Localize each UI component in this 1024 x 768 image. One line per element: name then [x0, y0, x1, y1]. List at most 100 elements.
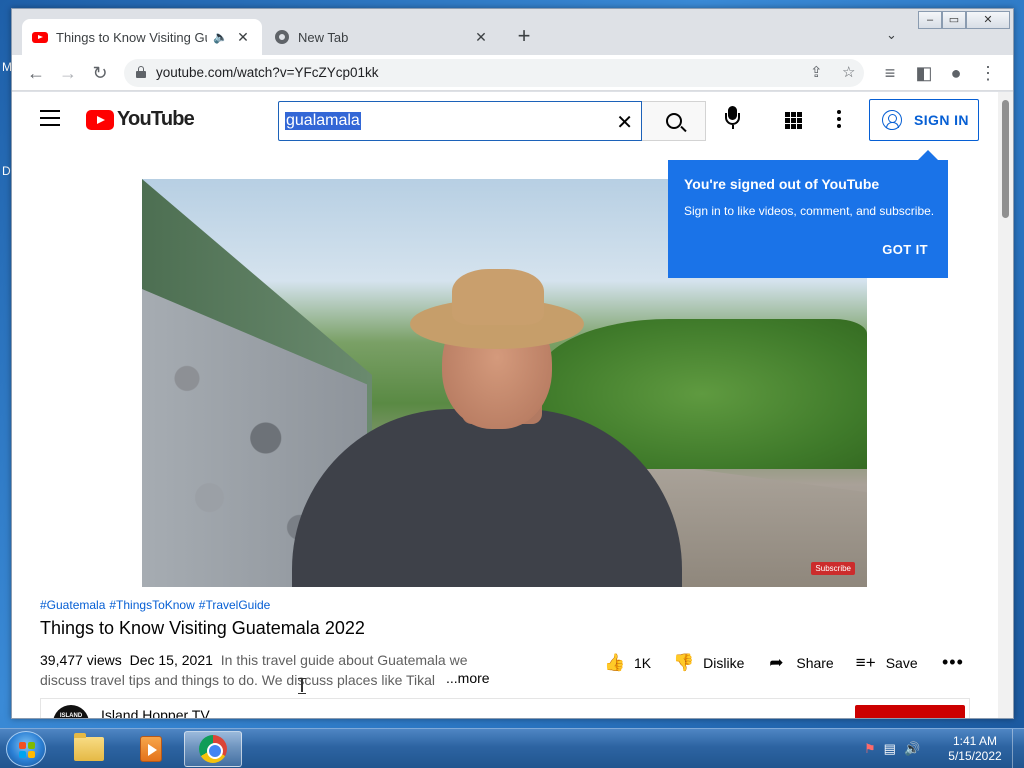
dislike-label: Dislike	[703, 655, 745, 671]
back-icon[interactable]: ←	[24, 61, 48, 85]
like-count: 1K	[634, 655, 652, 671]
share-icon[interactable]: ⇪	[810, 63, 823, 81]
dislike-button[interactable]: 👎 Dislike	[673, 653, 744, 673]
lock-icon[interactable]	[136, 66, 146, 78]
profile-icon[interactable]: ●	[944, 61, 968, 85]
youtube-play-icon	[86, 109, 114, 130]
sign-in-label: SIGN IN	[914, 112, 969, 128]
got-it-button[interactable]: GOT IT	[882, 242, 928, 257]
hashtag-link[interactable]: #ThingsToKnow	[109, 598, 194, 612]
tab-title: New Tab	[298, 29, 349, 45]
folder-icon	[74, 733, 104, 761]
system-tray: ⚑ ▤ 🔊	[864, 741, 920, 757]
hashtags: #Guatemala #ThingsToKnow #TravelGuide	[40, 598, 274, 612]
media-control-icon[interactable]: ≡	[878, 61, 902, 85]
video-title: Things to Know Visiting Guatemala 2022	[40, 618, 365, 638]
save-label: Save	[885, 655, 918, 671]
share-label: Share	[796, 655, 834, 671]
channel-avatar[interactable]: ISLAND HOPPER	[53, 705, 89, 718]
windows-logo-icon	[19, 742, 35, 758]
youtube-logo[interactable]: YouTube	[86, 108, 195, 131]
chrome-icon	[274, 29, 290, 45]
tab-search-button[interactable]: ⌄	[886, 27, 897, 43]
browser-window: Things to Know Visiting Gua 🔈 ✕ New Tab …	[11, 8, 1014, 719]
media-player-icon	[140, 736, 162, 762]
show-desktop-button[interactable]	[1012, 729, 1024, 768]
view-count: 39,477 views	[40, 652, 122, 668]
tooltip-title: You're signed out of YouTube	[684, 176, 880, 192]
url-text[interactable]: youtube.com/watch?v=YFcZYcp01kk	[156, 65, 378, 80]
tab-strip: Things to Know Visiting Gua 🔈 ✕ New Tab …	[12, 9, 1013, 55]
side-panel-icon[interactable]: ◧	[912, 61, 936, 85]
video-subscribe-watermark[interactable]: Subscribe	[811, 562, 855, 575]
tooltip-body: Sign in to like videos, comment, and sub…	[684, 204, 935, 218]
hashtag-link[interactable]: #Guatemala	[40, 598, 105, 612]
microphone-icon[interactable]	[722, 106, 744, 136]
video-description[interactable]: 39,477 views Dec 15, 2021 In this travel…	[40, 650, 490, 690]
maximize-button[interactable]: ▭	[942, 11, 966, 29]
settings-menu-icon[interactable]	[837, 110, 841, 131]
upload-date: Dec 15, 2021	[129, 652, 213, 668]
address-bar[interactable]: youtube.com/watch?v=YFcZYcp01kk ⇪ ☆	[124, 59, 864, 87]
account-icon	[882, 110, 902, 130]
apps-grid-icon[interactable]	[785, 112, 802, 129]
save-button[interactable]: ≡+ Save	[856, 653, 918, 673]
taskbar: ⚑ ▤ 🔊 1:41 AM 5/15/2022	[0, 728, 1024, 768]
forward-icon[interactable]: →	[56, 61, 80, 85]
share-button[interactable]: ➦ Share	[766, 653, 833, 673]
tab-title: Things to Know Visiting Gua	[56, 29, 208, 45]
like-button[interactable]: 👍 1K	[604, 653, 651, 673]
flag-error-icon[interactable]: ⚑	[864, 741, 876, 757]
bookmark-star-icon[interactable]: ☆	[842, 63, 855, 81]
search-icon	[665, 113, 682, 129]
minimize-button[interactable]: –	[918, 11, 942, 29]
clock-time: 1:41 AM	[952, 734, 998, 748]
volume-icon[interactable]: 🔊	[904, 741, 920, 757]
taskbar-file-explorer[interactable]	[60, 731, 118, 767]
share-arrow-icon: ➦	[769, 653, 784, 672]
search-input[interactable]: gualamala ✕	[278, 101, 642, 141]
browser-menu-icon[interactable]: ⋮	[976, 61, 1000, 85]
thumbs-up-icon: 👍	[604, 653, 626, 672]
page-scrollbar[interactable]	[998, 92, 1013, 718]
sign-in-button[interactable]: SIGN IN	[869, 99, 979, 141]
desktop-edge-letter: D	[2, 164, 11, 178]
show-more-link[interactable]: ...more	[442, 670, 490, 686]
text-cursor-icon	[298, 678, 306, 694]
reload-icon[interactable]: ↻	[88, 61, 112, 85]
start-button[interactable]	[6, 731, 46, 767]
youtube-icon	[32, 29, 48, 45]
system-clock[interactable]: 1:41 AM 5/15/2022	[940, 734, 1010, 764]
youtube-header: YouTube gualamala ✕ SIGN IN	[12, 92, 1000, 148]
clear-search-icon[interactable]: ✕	[616, 110, 633, 135]
video-actions: 👍 1K 👎 Dislike ➦ Share ≡+ Save	[604, 650, 940, 676]
tab-new-tab[interactable]: New Tab ✕	[264, 19, 500, 55]
clock-date: 5/15/2022	[948, 749, 1002, 763]
window-controls: – ▭ ✕	[918, 11, 1010, 29]
taskbar-media-player[interactable]	[122, 731, 180, 767]
channel-bar: ISLAND HOPPER Island Hopper TV SUBSCRIBE	[40, 698, 970, 718]
search-button[interactable]	[642, 101, 706, 141]
hamburger-menu-icon[interactable]	[40, 110, 60, 126]
signed-out-tooltip: You're signed out of YouTube Sign in to …	[668, 150, 948, 278]
speaker-icon[interactable]: 🔈	[213, 30, 228, 44]
channel-name[interactable]: Island Hopper TV	[101, 707, 210, 718]
new-tab-button[interactable]: +	[512, 25, 536, 49]
search-query-text[interactable]: gualamala	[285, 112, 361, 130]
hashtag-link[interactable]: #TravelGuide	[199, 598, 271, 612]
add-to-playlist-icon: ≡+	[855, 653, 876, 672]
thumbs-down-icon: 👎	[673, 653, 695, 672]
network-icon[interactable]: ▤	[884, 741, 896, 757]
tab-youtube[interactable]: Things to Know Visiting Gua 🔈 ✕	[22, 19, 262, 55]
close-tab-icon[interactable]: ✕	[472, 29, 490, 46]
more-actions-icon[interactable]: •••	[942, 652, 964, 673]
chrome-icon	[199, 735, 227, 763]
close-window-button[interactable]: ✕	[966, 11, 1010, 29]
taskbar-chrome[interactable]	[184, 731, 242, 767]
subscribe-button[interactable]: SUBSCRIBE	[855, 705, 965, 718]
scrollbar-thumb[interactable]	[1002, 100, 1009, 218]
close-tab-icon[interactable]: ✕	[234, 29, 252, 46]
browser-toolbar: ← → ↻ youtube.com/watch?v=YFcZYcp01kk ⇪ …	[12, 55, 1013, 91]
youtube-page: YouTube gualamala ✕ SIGN IN Subscribe Yo…	[12, 92, 1000, 718]
youtube-logo-text: YouTube	[117, 108, 195, 130]
